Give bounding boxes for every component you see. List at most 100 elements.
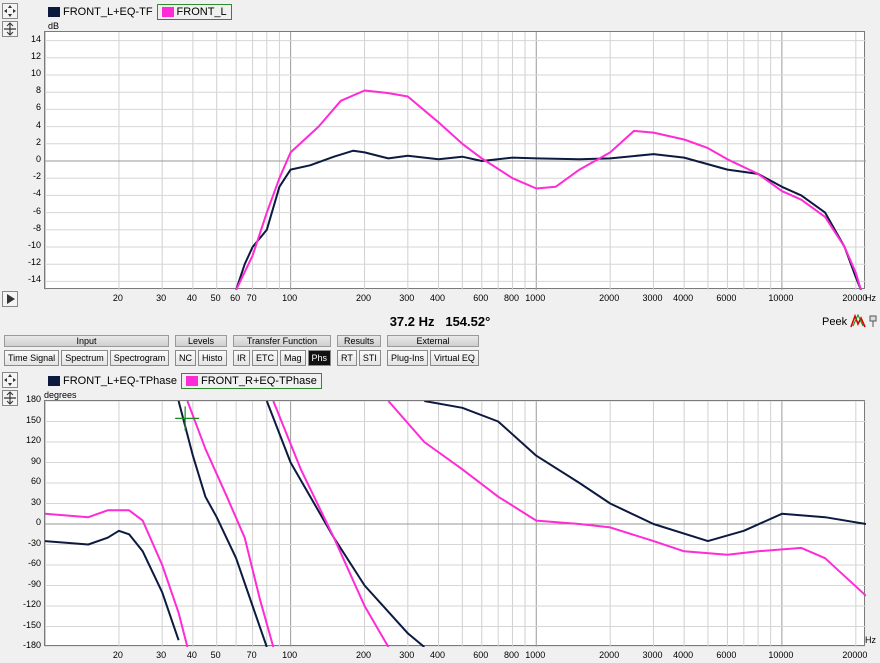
magnitude-plot[interactable] xyxy=(44,31,866,291)
x-tick-label: 200 xyxy=(356,293,372,303)
toolbar-button-phs[interactable]: Phs xyxy=(307,350,332,366)
y-tick-label: 90 xyxy=(30,455,41,466)
series-line-1 xyxy=(235,89,862,291)
y-tick-label: -180 xyxy=(22,640,41,650)
x-tick-label: 20000 xyxy=(842,293,868,303)
x-tick-label: 4000 xyxy=(673,650,694,660)
peek-label[interactable]: Peek xyxy=(822,316,847,328)
x-tick-label: 20 xyxy=(112,293,123,303)
legend-swatch xyxy=(48,376,60,386)
toolbar-button-histo[interactable]: Histo xyxy=(198,350,227,366)
y-tick-label: -120 xyxy=(22,599,41,609)
readout-value: 154.52° xyxy=(445,314,491,329)
y-tick-label: 4 xyxy=(35,119,41,130)
y-tick-label: -6 xyxy=(32,205,41,216)
pin-icon[interactable] xyxy=(868,313,878,329)
toolbar-group-results: Results RT STI xyxy=(337,335,381,367)
x-tick-label: 70 xyxy=(246,650,257,660)
toolbar-group-title: Input xyxy=(4,335,169,347)
toolbar-button-virtual-eq[interactable]: Virtual EQ xyxy=(430,350,479,366)
y-tick-label: 2 xyxy=(35,136,41,147)
x-tick-label: 600 xyxy=(473,650,489,660)
y-tick-label: 150 xyxy=(25,414,41,425)
x-tick-label: 2000 xyxy=(599,293,620,303)
y-tick-label: 8 xyxy=(35,85,41,96)
toolbar-group-title: Transfer Function xyxy=(233,335,331,347)
x-tick-label: 100 xyxy=(282,293,298,303)
y-tick-label: -2 xyxy=(32,171,41,182)
legend-item-front-r-eq-tphase[interactable]: FRONT_R+EQ-TPhase xyxy=(181,373,322,389)
legend-swatch xyxy=(161,7,174,17)
legend-item-front-l[interactable]: FRONT_L xyxy=(156,4,232,20)
y-unit-label: dB xyxy=(48,21,60,31)
y-tick-label: 12 xyxy=(30,50,41,61)
top-legend: FRONT_L+EQ-TF FRONT_L xyxy=(44,4,232,20)
y-tick-label: -10 xyxy=(27,240,41,250)
toolbar-button-time-signal[interactable]: Time Signal xyxy=(4,350,60,366)
x-tick-label: 1000 xyxy=(525,293,546,303)
legend-label: FRONT_L+EQ-TF xyxy=(63,6,153,18)
y-tick-label: 180 xyxy=(25,394,41,404)
legend-label: FRONT_L xyxy=(176,6,227,18)
x-tick-label: 20 xyxy=(112,650,123,660)
pan-icon[interactable] xyxy=(2,372,18,388)
toolbar-group-external: External Plug-Ins Virtual EQ xyxy=(387,335,479,367)
x-tick-label: 30 xyxy=(156,293,167,303)
x-tick-label: 3000 xyxy=(642,650,663,660)
y-tick-label: -150 xyxy=(22,619,41,630)
legend-swatch xyxy=(186,376,199,386)
x-tick-label: 10000 xyxy=(768,650,794,660)
toolbar-button-rt[interactable]: RT xyxy=(337,350,357,366)
x-tick-label: 50 xyxy=(210,650,221,660)
y-tick-label: 0 xyxy=(35,154,41,164)
toolbar-button-nc[interactable]: NC xyxy=(175,350,196,366)
toolbar-button-etc[interactable]: ETC xyxy=(252,350,278,366)
series-line-1 xyxy=(387,400,867,597)
legend-item-front-l-eq-tphase[interactable]: FRONT_L+EQ-TPhase xyxy=(44,373,181,389)
y-tick-label: 60 xyxy=(30,476,41,486)
toolbar-group-input: Input Time Signal Spectrum Spectrogram xyxy=(4,335,170,367)
x-tick-label: 300 xyxy=(399,650,415,660)
toolbar-group-transfer-function: Transfer Function IR ETC Mag Phs xyxy=(233,335,332,367)
toolbar-button-sti[interactable]: STI xyxy=(358,350,381,366)
x-tick-label: 200 xyxy=(356,650,372,660)
magnitude-chart-svg xyxy=(44,32,866,291)
toolbar-button-spectrogram[interactable]: Spectrogram xyxy=(109,350,170,366)
toolbar-button-spectrum[interactable]: Spectrum xyxy=(61,350,108,366)
pan-icon[interactable] xyxy=(2,3,18,19)
y-tick-label: -4 xyxy=(32,188,41,199)
cursor-readout: 37.2 Hz 154.52° xyxy=(0,314,880,329)
play-icon[interactable] xyxy=(2,291,18,307)
bottom-legend: FRONT_L+EQ-TPhase FRONT_R+EQ-TPhase xyxy=(44,373,322,389)
x-tick-label: 30 xyxy=(156,650,167,660)
toolbar-button-mag[interactable]: Mag xyxy=(280,350,306,366)
toolbar-group-title: Levels xyxy=(175,335,227,347)
legend-label: FRONT_L+EQ-TPhase xyxy=(63,375,178,387)
toolbar-button-plug-ins[interactable]: Plug-Ins xyxy=(387,350,429,366)
x-tick-label: 1000 xyxy=(525,650,546,660)
toolbar-button-ir[interactable]: IR xyxy=(233,350,250,366)
y-tick-label: -30 xyxy=(27,537,41,548)
x-tick-label: 6000 xyxy=(716,650,737,660)
x-tick-label: 6000 xyxy=(716,293,737,303)
x-tick-label: 4000 xyxy=(673,293,694,303)
y-tick-label: 10 xyxy=(30,68,41,78)
y-tick-label: 0 xyxy=(35,517,41,527)
x-tick-label: 400 xyxy=(429,650,446,660)
x-tick-label: 300 xyxy=(399,293,415,303)
y-unit-label: degrees xyxy=(44,390,77,400)
phase-plot[interactable] xyxy=(44,400,867,648)
y-tick-label: -12 xyxy=(27,257,41,268)
readout-frequency: 37.2 Hz xyxy=(389,314,435,329)
y-tick-label: -90 xyxy=(27,578,41,589)
y-tick-label: 30 xyxy=(30,496,41,507)
legend-swatch xyxy=(48,7,60,17)
legend-item-front-l-eq-tf[interactable]: FRONT_L+EQ-TF xyxy=(44,4,157,20)
x-tick-label: 70 xyxy=(246,293,257,303)
x-tick-label: 20000 xyxy=(842,650,868,660)
x-tick-label: 3000 xyxy=(642,293,663,303)
legend-label: FRONT_R+EQ-TPhase xyxy=(201,375,317,387)
peek-icon[interactable] xyxy=(850,313,866,329)
x-tick-label: 600 xyxy=(473,293,489,303)
toolbar-group-title: Results xyxy=(337,335,381,347)
